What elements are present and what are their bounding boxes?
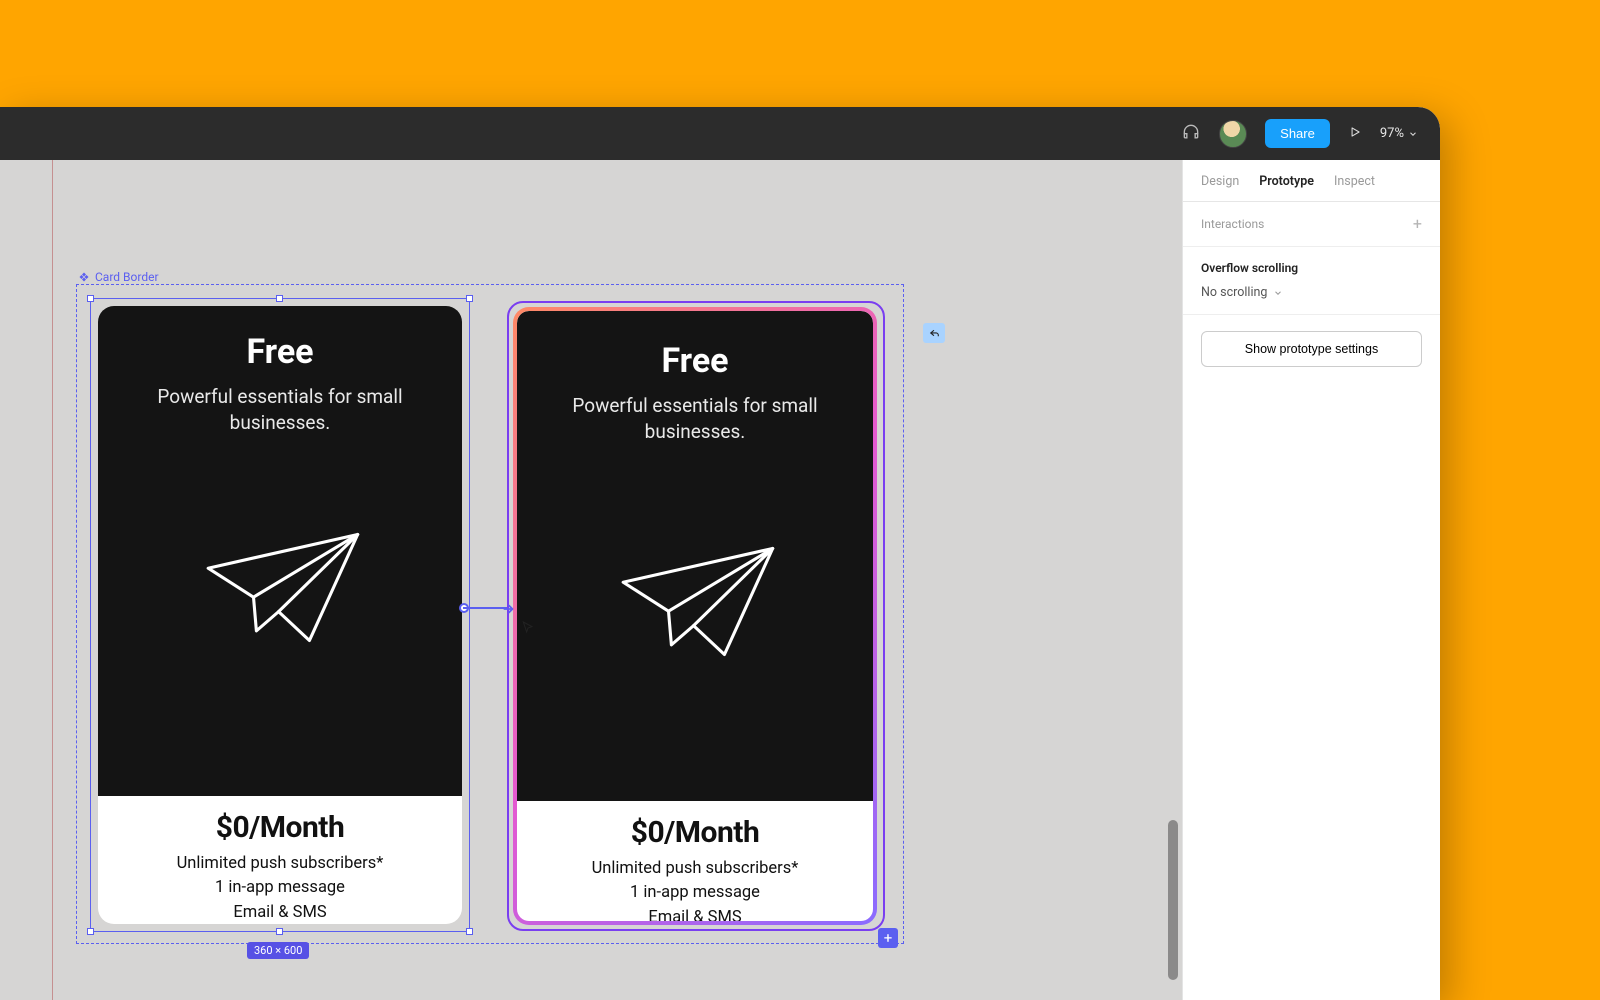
card-feature: Unlimited push subscribers*	[535, 858, 855, 880]
add-interaction-icon[interactable]: +	[1413, 216, 1422, 232]
resize-handle[interactable]	[466, 928, 473, 935]
overflow-heading: Overflow scrolling	[1201, 261, 1422, 275]
resize-handle[interactable]	[87, 295, 94, 302]
card-hero: Free Powerful essentials for small busin…	[98, 306, 462, 796]
card-feature: 1 in-app message	[535, 882, 855, 904]
paper-plane-icon	[543, 534, 847, 669]
share-button[interactable]: Share	[1265, 119, 1330, 148]
inspector-panel: Design Prototype Inspect Interactions + …	[1182, 160, 1440, 1000]
overflow-section: Overflow scrolling No scrolling	[1183, 247, 1440, 315]
component-label-text: Card Border	[95, 270, 159, 284]
pricing-card-free-1[interactable]: Free Powerful essentials for small busin…	[98, 306, 462, 924]
interactions-section: Interactions +	[1183, 202, 1440, 247]
card-pricing: $0/Month Unlimited push subscribers* 1 i…	[98, 796, 462, 924]
chevron-down-icon	[1273, 288, 1283, 298]
card-hero: Free Powerful essentials for small busin…	[517, 311, 873, 801]
show-prototype-settings-button[interactable]: Show prototype settings	[1201, 331, 1422, 367]
resize-handle[interactable]	[276, 928, 283, 935]
figma-window: Share 97% Design Prototype Inspect Inter…	[0, 107, 1440, 1000]
dimensions-badge: 360 × 600	[247, 942, 309, 959]
overflow-value-label: No scrolling	[1201, 285, 1267, 300]
resize-handle[interactable]	[276, 295, 283, 302]
chevron-down-icon	[1408, 129, 1418, 139]
add-variant-button[interactable]: +	[878, 928, 898, 948]
headphones-icon[interactable]	[1181, 122, 1201, 146]
zoom-label: 97%	[1380, 126, 1404, 141]
resize-handle[interactable]	[87, 928, 94, 935]
card-feature: Email & SMS	[535, 907, 855, 925]
card-title: Free	[543, 341, 847, 381]
tab-design[interactable]: Design	[1201, 174, 1239, 189]
reply-arrow-icon	[928, 327, 941, 340]
prototype-connector-arrow[interactable]	[502, 601, 516, 620]
top-toolbar: Share 97%	[0, 107, 1440, 160]
avatar[interactable]	[1219, 120, 1247, 148]
card-feature: 1 in-app message	[116, 877, 444, 899]
cursor-icon	[520, 620, 536, 640]
interactions-label: Interactions	[1201, 217, 1264, 231]
panel-tabs: Design Prototype Inspect	[1183, 160, 1440, 202]
pricing-card-free-2[interactable]: Free Powerful essentials for small busin…	[513, 307, 877, 925]
card-title: Free	[124, 332, 436, 372]
prototype-connector-line[interactable]	[463, 607, 507, 609]
card-feature: Unlimited push subscribers*	[116, 853, 444, 875]
card-price: $0/Month	[116, 810, 444, 845]
present-icon[interactable]	[1348, 124, 1362, 143]
guide-line[interactable]	[52, 160, 53, 1000]
card-pricing: $0/Month Unlimited push subscribers* 1 i…	[517, 801, 873, 925]
card-subtitle: Powerful essentials for small businesses…	[543, 393, 847, 444]
zoom-control[interactable]: 97%	[1380, 126, 1418, 141]
paper-plane-icon	[124, 520, 436, 655]
canvas-scrollbar[interactable]	[1168, 820, 1178, 980]
prototype-back-badge[interactable]	[923, 323, 945, 343]
component-label[interactable]: Card Border	[78, 270, 159, 284]
tab-inspect[interactable]: Inspect	[1334, 174, 1375, 189]
component-icon	[78, 271, 90, 283]
resize-handle[interactable]	[466, 295, 473, 302]
card-price: $0/Month	[535, 815, 855, 850]
canvas[interactable]: Card Border Free Powerful essentials for…	[0, 160, 1182, 1000]
card-subtitle: Powerful essentials for small businesses…	[124, 384, 436, 435]
overflow-dropdown[interactable]: No scrolling	[1201, 285, 1422, 300]
card-feature: Email & SMS	[116, 902, 444, 924]
tab-prototype[interactable]: Prototype	[1259, 174, 1314, 189]
